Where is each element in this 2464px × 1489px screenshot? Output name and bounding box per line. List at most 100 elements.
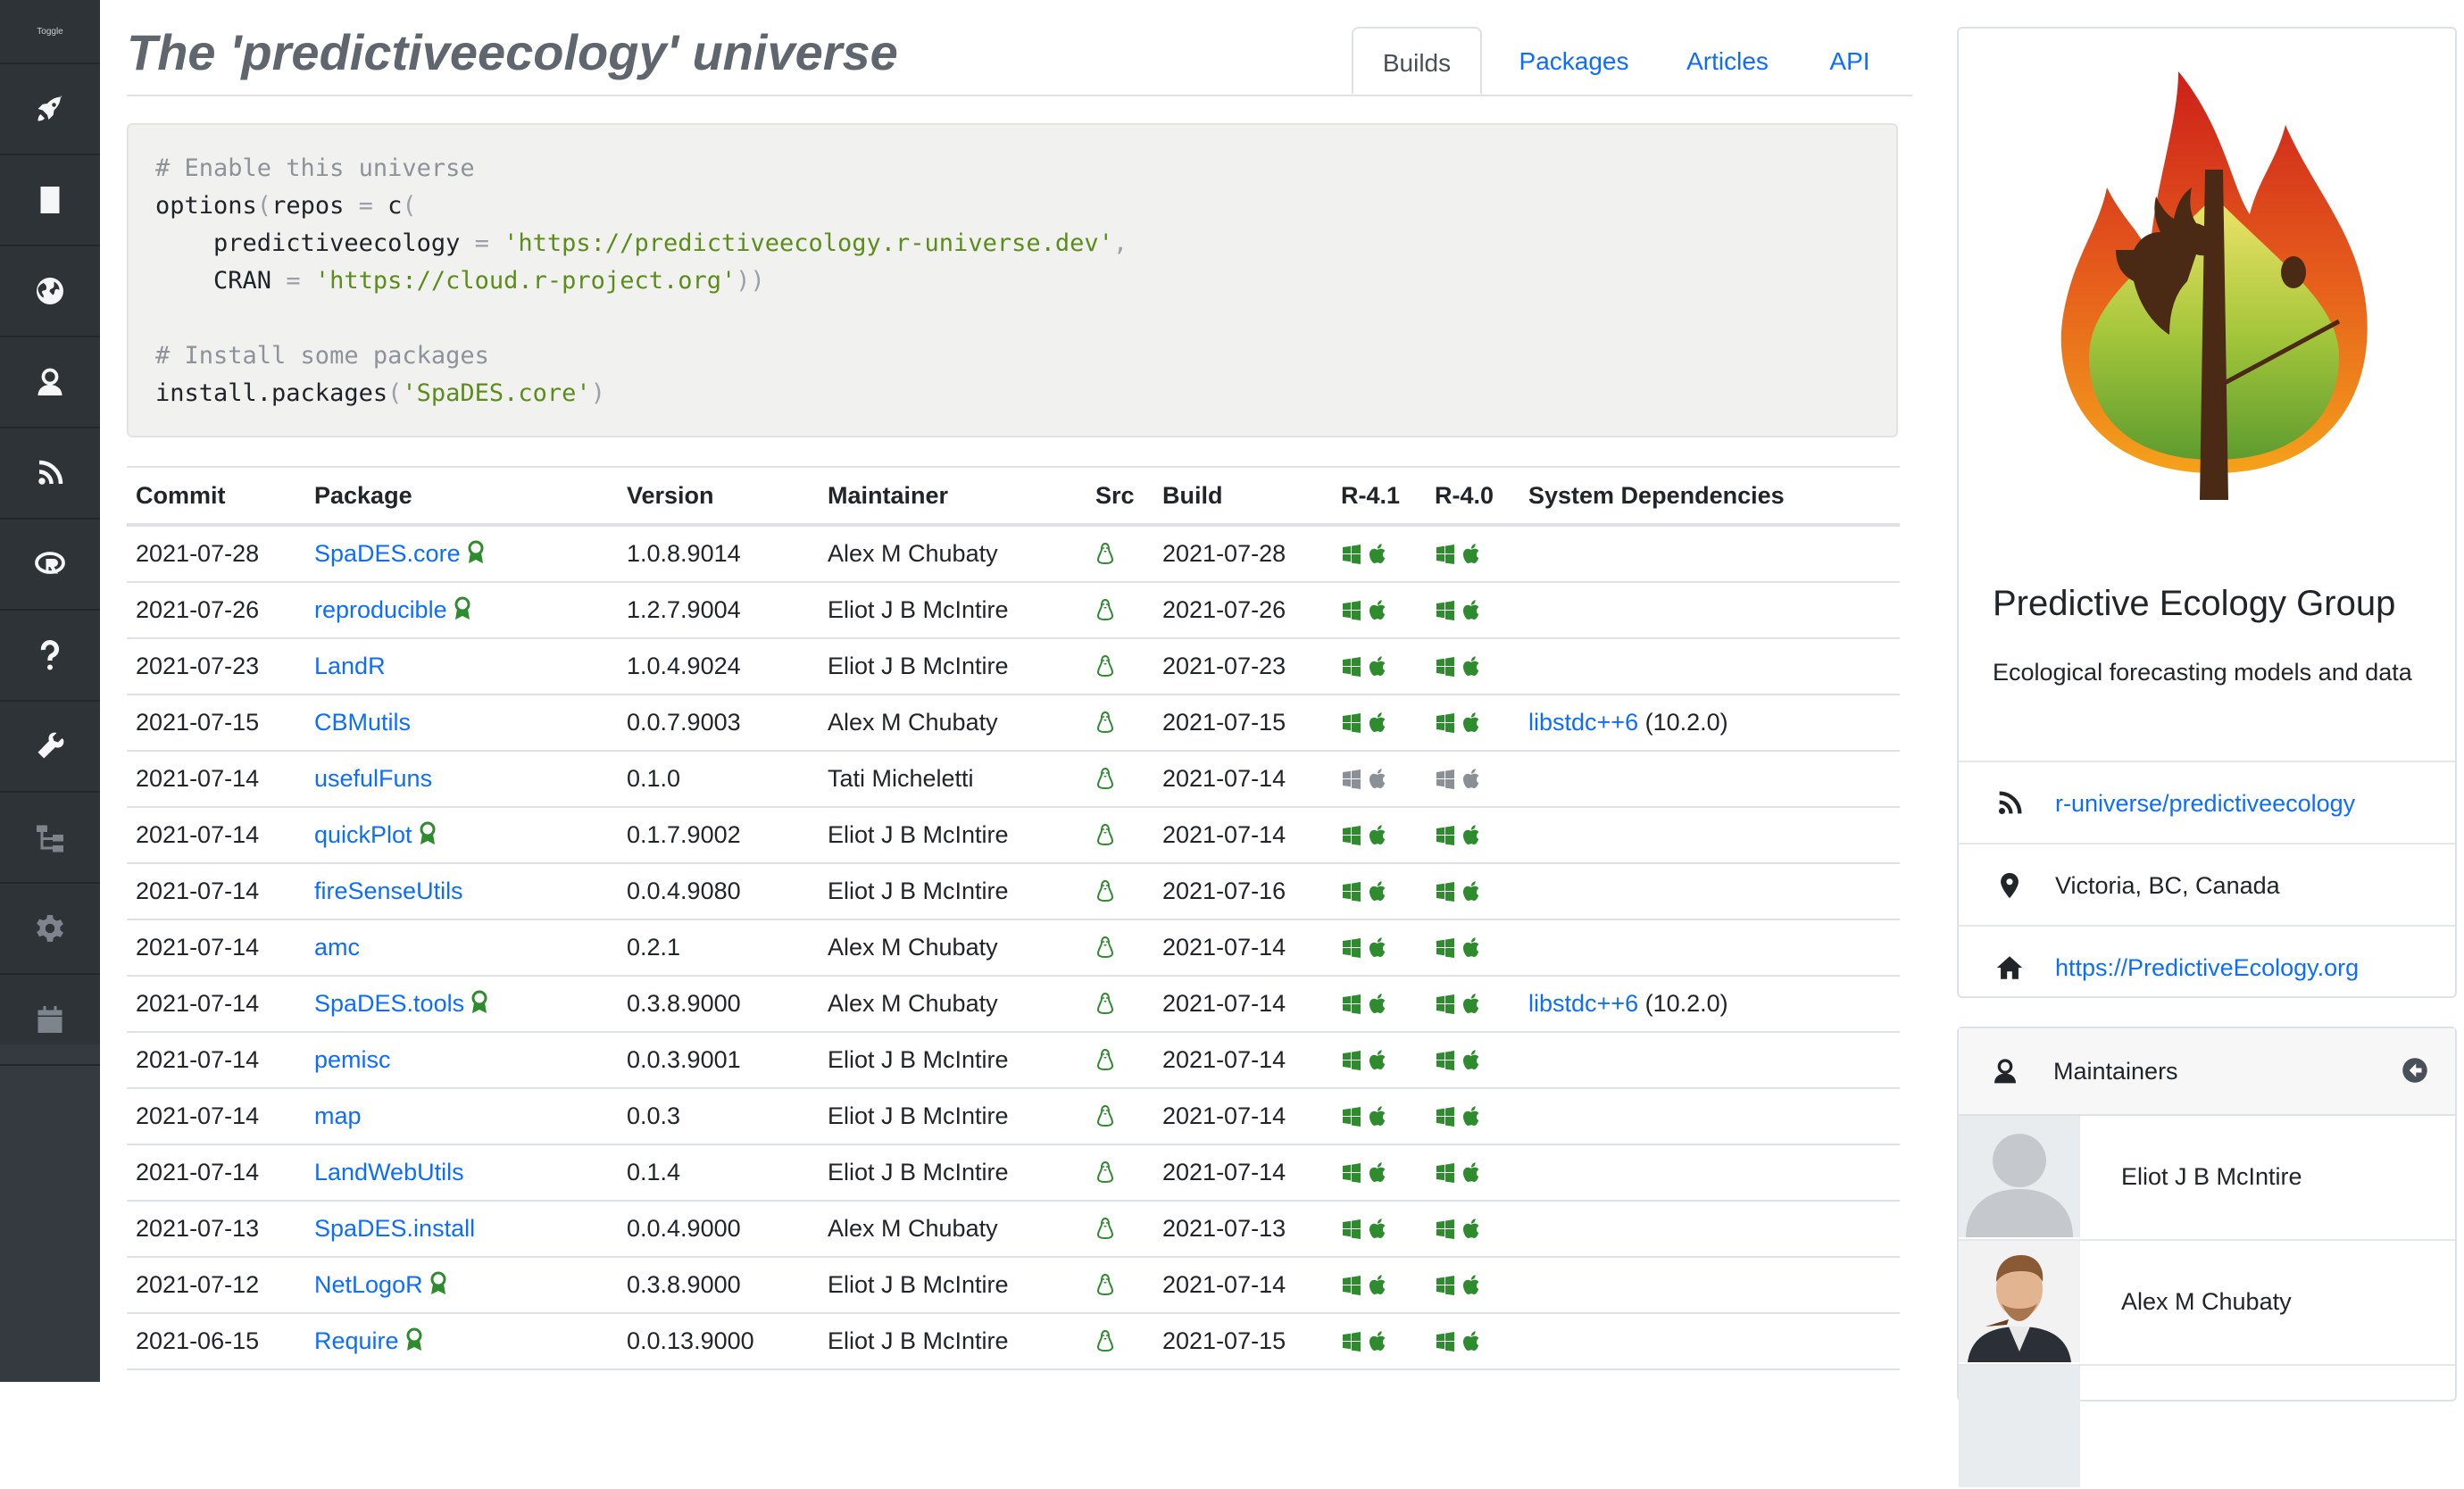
package-link[interactable]: LandWebUtils xyxy=(314,1159,464,1185)
apple-icon[interactable] xyxy=(1461,712,1483,734)
col-r40[interactable]: R-4.0 xyxy=(1426,466,1519,527)
linux-icon[interactable] xyxy=(1095,598,1115,621)
apple-icon[interactable] xyxy=(1461,937,1483,959)
sidebar-item-builds[interactable] xyxy=(0,64,100,155)
windows-icon[interactable] xyxy=(1435,769,1456,790)
package-link[interactable]: pemisc xyxy=(314,1046,391,1073)
apple-icon[interactable] xyxy=(1461,769,1483,790)
linux-icon[interactable] xyxy=(1095,542,1115,565)
apple-icon[interactable] xyxy=(1368,769,1389,790)
apple-icon[interactable] xyxy=(1368,1050,1389,1071)
windows-icon[interactable] xyxy=(1341,1050,1362,1071)
sysdep-link[interactable]: libstdc++6 xyxy=(1528,990,1638,1017)
tab-articles[interactable]: Articles xyxy=(1661,27,1794,95)
apple-icon[interactable] xyxy=(1368,937,1389,959)
linux-icon[interactable] xyxy=(1095,823,1115,846)
windows-icon[interactable] xyxy=(1341,600,1362,621)
install-code-block[interactable]: # Enable this universe options(repos = c… xyxy=(127,123,1898,437)
windows-icon[interactable] xyxy=(1435,825,1456,846)
windows-icon[interactable] xyxy=(1435,994,1456,1015)
sidebar-item-calendar[interactable] xyxy=(0,975,100,1066)
sidebar-item-global[interactable] xyxy=(0,246,100,337)
sidebar-item-feed[interactable] xyxy=(0,428,100,520)
windows-icon[interactable] xyxy=(1341,937,1362,959)
apple-icon[interactable] xyxy=(1368,1275,1389,1296)
windows-icon[interactable] xyxy=(1435,656,1456,678)
apple-icon[interactable] xyxy=(1368,1106,1389,1127)
sidebar-item-help[interactable] xyxy=(0,611,100,702)
package-link[interactable]: SpaDES.core xyxy=(314,540,461,567)
apple-icon[interactable] xyxy=(1461,544,1483,565)
package-link[interactable]: SpaDES.tools xyxy=(314,990,464,1017)
sidebar-item-maintainers[interactable] xyxy=(0,337,100,428)
windows-icon[interactable] xyxy=(1435,1275,1456,1296)
apple-icon[interactable] xyxy=(1368,600,1389,621)
col-commit[interactable]: Commit xyxy=(127,466,305,527)
apple-icon[interactable] xyxy=(1461,600,1483,621)
windows-icon[interactable] xyxy=(1341,1106,1362,1127)
org-github-link[interactable]: r-universe/predictiveecology xyxy=(2055,790,2355,818)
linux-icon[interactable] xyxy=(1095,711,1115,734)
col-version[interactable]: Version xyxy=(618,466,819,527)
windows-icon[interactable] xyxy=(1341,769,1362,790)
apple-icon[interactable] xyxy=(1461,1050,1483,1071)
windows-icon[interactable] xyxy=(1435,1162,1456,1184)
package-link[interactable]: NetLogoR xyxy=(314,1271,423,1298)
sidebar-toggle[interactable]: Toggle xyxy=(0,0,100,64)
apple-icon[interactable] xyxy=(1368,1331,1389,1352)
windows-icon[interactable] xyxy=(1435,881,1456,903)
apple-icon[interactable] xyxy=(1461,1106,1483,1127)
linux-icon[interactable] xyxy=(1095,879,1115,903)
package-link[interactable]: amc xyxy=(314,934,360,961)
apple-icon[interactable] xyxy=(1461,1219,1483,1240)
maintainer-row[interactable]: Alex M Chubaty xyxy=(1959,1239,2455,1366)
linux-icon[interactable] xyxy=(1095,992,1115,1015)
col-build[interactable]: Build xyxy=(1153,466,1332,527)
package-link[interactable]: quickPlot xyxy=(314,821,412,848)
windows-icon[interactable] xyxy=(1341,656,1362,678)
maintainer-row[interactable] xyxy=(1959,1364,2455,1489)
windows-icon[interactable] xyxy=(1341,1162,1362,1184)
windows-icon[interactable] xyxy=(1435,1219,1456,1240)
sidebar-item-settings[interactable] xyxy=(0,884,100,975)
windows-icon[interactable] xyxy=(1341,994,1362,1015)
sidebar-item-packages[interactable] xyxy=(0,155,100,246)
apple-icon[interactable] xyxy=(1461,1162,1483,1184)
windows-icon[interactable] xyxy=(1435,1106,1456,1127)
apple-icon[interactable] xyxy=(1368,544,1389,565)
linux-icon[interactable] xyxy=(1095,654,1115,678)
apple-icon[interactable] xyxy=(1368,881,1389,903)
col-src[interactable]: Src xyxy=(1086,466,1153,527)
maintainer-row[interactable]: Eliot J B McIntire xyxy=(1959,1114,2455,1241)
package-link[interactable]: reproducible xyxy=(314,596,447,623)
apple-icon[interactable] xyxy=(1461,994,1483,1015)
package-link[interactable]: fireSenseUtils xyxy=(314,878,463,904)
org-homepage-link[interactable]: https://PredictiveEcology.org xyxy=(2055,954,2359,982)
arrow-circle-left-icon[interactable] xyxy=(2402,1057,2428,1084)
package-link[interactable]: usefulFuns xyxy=(314,765,432,792)
windows-icon[interactable] xyxy=(1341,544,1362,565)
col-sysdeps[interactable]: System Dependencies xyxy=(1519,466,1900,527)
windows-icon[interactable] xyxy=(1341,1331,1362,1352)
linux-icon[interactable] xyxy=(1095,1104,1115,1127)
apple-icon[interactable] xyxy=(1368,1219,1389,1240)
package-link[interactable]: CBMutils xyxy=(314,709,411,736)
tab-packages[interactable]: Packages xyxy=(1500,27,1648,95)
linux-icon[interactable] xyxy=(1095,1048,1115,1071)
apple-icon[interactable] xyxy=(1368,712,1389,734)
apple-icon[interactable] xyxy=(1461,881,1483,903)
windows-icon[interactable] xyxy=(1341,1219,1362,1240)
apple-icon[interactable] xyxy=(1368,825,1389,846)
tab-api[interactable]: API xyxy=(1805,27,1894,95)
sidebar-item-deps[interactable] xyxy=(0,793,100,884)
windows-icon[interactable] xyxy=(1435,712,1456,734)
package-link[interactable]: map xyxy=(314,1102,362,1129)
package-link[interactable]: LandR xyxy=(314,653,386,679)
tab-builds[interactable]: Builds xyxy=(1352,27,1482,95)
package-link[interactable]: Require xyxy=(314,1327,399,1354)
package-link[interactable]: SpaDES.install xyxy=(314,1215,475,1242)
sidebar-item-tools[interactable] xyxy=(0,702,100,793)
windows-icon[interactable] xyxy=(1435,544,1456,565)
linux-icon[interactable] xyxy=(1095,936,1115,959)
col-maintainer[interactable]: Maintainer xyxy=(819,466,1086,527)
